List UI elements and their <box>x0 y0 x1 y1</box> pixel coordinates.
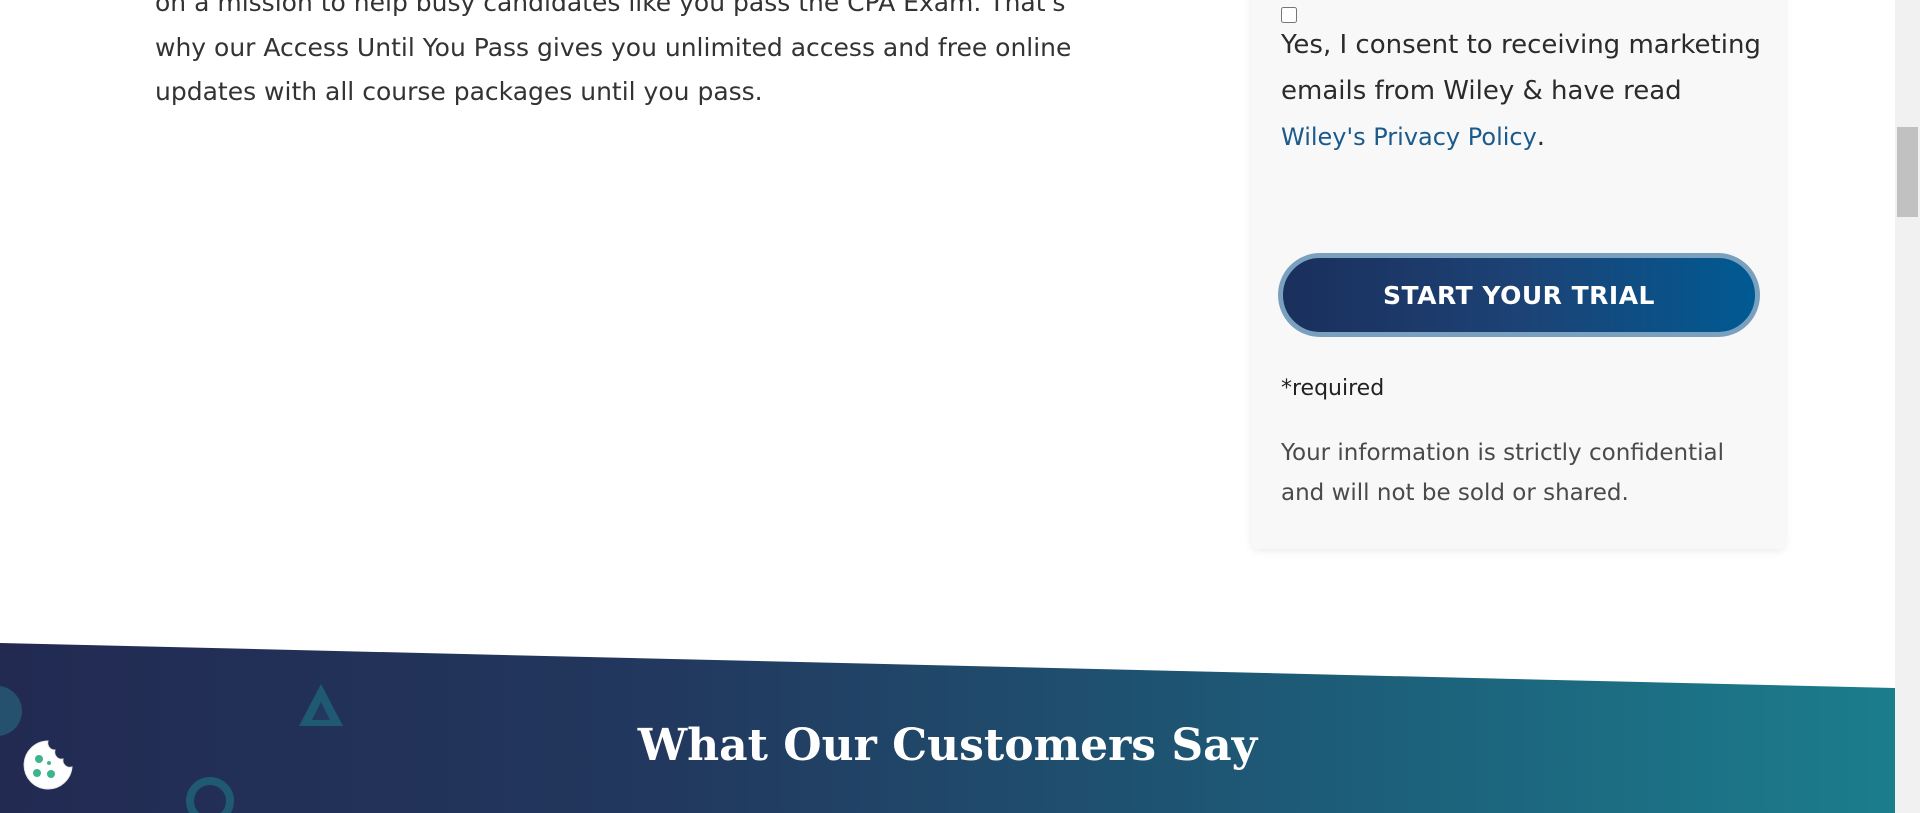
intro-line: updates with all course packages until y… <box>155 77 763 106</box>
consent-label: Yes, I consent to receiving marketing em… <box>1281 22 1761 160</box>
trial-form-card: Yes, I consent to receiving marketing em… <box>1251 0 1785 549</box>
consent-period: . <box>1536 122 1546 152</box>
privacy-note: Your information is strictly confidentia… <box>1281 440 1724 506</box>
ring-decoration-icon <box>186 777 234 813</box>
page: on a mission to help busy candidates lik… <box>0 0 1920 813</box>
consent-text: Yes, I consent to receiving marketing em… <box>1281 30 1761 106</box>
privacy-policy-link[interactable]: Wiley's Privacy Policy <box>1281 123 1537 151</box>
testimonials-title: What Our Customers Say <box>637 720 1258 771</box>
testimonial-section: What Our Customers Say <box>0 643 1895 813</box>
intro-line: on a mission to help busy candidates lik… <box>155 0 1066 17</box>
cookie-icon[interactable] <box>21 738 75 792</box>
required-note: *required <box>1281 376 1385 401</box>
consent-checkbox[interactable] <box>1281 7 1297 23</box>
intro-paragraph: on a mission to help busy candidates lik… <box>155 0 1115 115</box>
scrollbar-thumb[interactable] <box>1897 127 1918 217</box>
scrollbar-track[interactable] <box>1895 0 1920 813</box>
intro-line: why our Access Until You Pass gives you … <box>155 32 1072 62</box>
start-trial-button[interactable]: START YOUR TRIAL <box>1278 253 1760 337</box>
